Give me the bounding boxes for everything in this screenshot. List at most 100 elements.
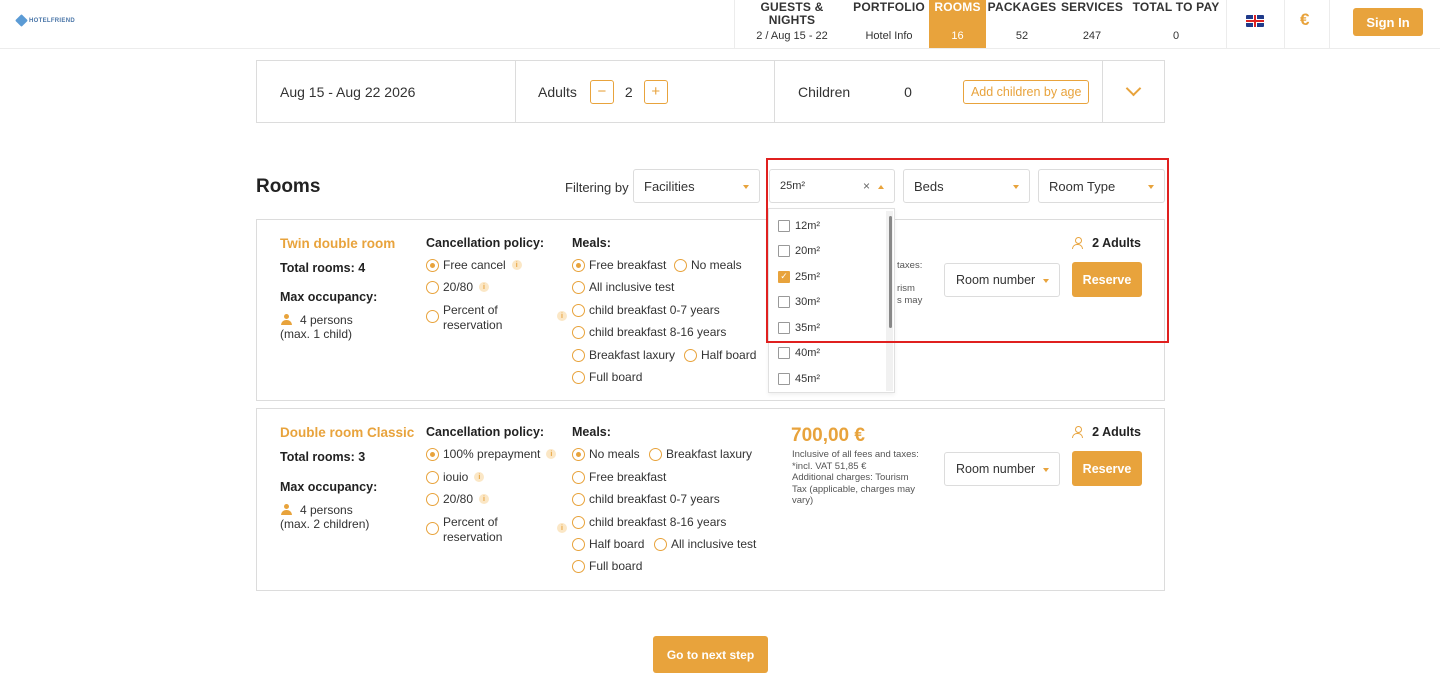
meal-option[interactable]: No meals [572, 447, 640, 462]
hotelfriend-logo[interactable]: HOTELFRIEND [15, 14, 75, 27]
step-rooms[interactable]: ROOMS 16 [929, 0, 986, 48]
meal-option[interactable]: Free breakfast [572, 258, 666, 273]
meal-option[interactable]: Half board [684, 348, 756, 363]
reserve-button[interactable]: Reserve [1072, 262, 1142, 297]
go-to-next-step-button[interactable]: Go to next step [653, 636, 768, 673]
cancellation-option[interactable]: 100% prepayment i [426, 447, 557, 462]
meal-option[interactable]: Free breakfast [572, 470, 666, 485]
radio[interactable] [426, 493, 439, 506]
radio-selected[interactable] [426, 448, 439, 461]
info-icon[interactable]: i [474, 472, 485, 482]
step-packages[interactable]: PACKAGES 52 [986, 0, 1058, 48]
checkbox[interactable] [778, 245, 790, 258]
radio[interactable] [426, 281, 439, 294]
beds-filter-select[interactable]: Beds [903, 169, 1030, 203]
checkbox[interactable] [778, 321, 790, 334]
radio[interactable] [572, 538, 585, 551]
sign-in-button[interactable]: Sign In [1353, 8, 1423, 36]
date-range-field[interactable]: Aug 15 - Aug 22 2026 [257, 61, 516, 122]
radio[interactable] [426, 471, 439, 484]
meal-option[interactable]: child breakfast 0-7 years [572, 492, 720, 507]
meal-option[interactable]: Full board [572, 370, 642, 385]
meal-option[interactable]: All inclusive test [572, 280, 674, 295]
radio[interactable] [654, 538, 667, 551]
currency-selector[interactable]: € [1300, 10, 1309, 30]
meal-option[interactable]: child breakfast 8-16 years [572, 325, 726, 340]
meal-option[interactable]: Breakfast laxury [649, 447, 752, 462]
scrollbar-thumb[interactable] [889, 216, 892, 328]
expand-search-toggle[interactable] [1103, 61, 1164, 122]
size-option[interactable]: ✓ 25m² [769, 264, 894, 290]
size-option[interactable]: 40m² [769, 341, 894, 367]
info-icon[interactable]: i [557, 523, 567, 533]
radio[interactable] [572, 304, 585, 317]
radio[interactable] [572, 560, 585, 573]
info-icon[interactable]: i [511, 260, 522, 270]
radio[interactable] [572, 326, 585, 339]
info-icon[interactable]: i [479, 282, 490, 292]
children-value: 0 [904, 83, 912, 100]
booking-steps: GUESTS & NIGHTS 2 / Aug 15 - 22 PORTFOLI… [734, 0, 1226, 48]
checkbox[interactable] [778, 219, 790, 232]
info-icon[interactable]: i [479, 494, 490, 504]
room-name[interactable]: Double room Classic [280, 425, 414, 440]
option-label: Percent of reservation [443, 303, 551, 333]
radio-selected[interactable] [572, 259, 585, 272]
room-name[interactable]: Twin double room [280, 236, 395, 251]
adults-increment-button[interactable]: + [643, 79, 668, 104]
checkbox-checked[interactable]: ✓ [778, 270, 790, 283]
checkbox[interactable] [778, 372, 790, 385]
radio[interactable] [572, 471, 585, 484]
room-number-select[interactable]: Room number [944, 452, 1060, 486]
radio[interactable] [426, 522, 439, 535]
cancellation-option[interactable]: 20/80 i [426, 280, 490, 295]
cancellation-option[interactable]: 20/80 i [426, 492, 490, 507]
meal-option[interactable]: Full board [572, 559, 642, 574]
radio[interactable] [572, 349, 585, 362]
size-option[interactable]: 45m² [769, 366, 894, 392]
meal-option[interactable]: Half board [572, 537, 644, 552]
add-children-by-age-button[interactable]: Add children by age [962, 79, 1090, 104]
cancellation-option[interactable]: iouio i [426, 470, 485, 485]
cancellation-option[interactable]: Percent of reservation i [426, 303, 567, 333]
clear-selection-icon[interactable]: × [863, 179, 870, 193]
info-icon[interactable]: i [546, 449, 557, 459]
step-total-to-pay[interactable]: TOTAL TO PAY 0 [1126, 0, 1226, 48]
radio[interactable] [674, 259, 687, 272]
step-services[interactable]: SERVICES 247 [1058, 0, 1126, 48]
adults-decrement-button[interactable]: − [589, 79, 614, 104]
uk-flag-icon[interactable] [1246, 15, 1264, 27]
radio[interactable] [649, 448, 662, 461]
radio[interactable] [572, 371, 585, 384]
cancellation-option[interactable]: Free cancel i [426, 258, 522, 273]
step-portfolio[interactable]: PORTFOLIO Hotel Info [849, 0, 929, 48]
cancellation-option[interactable]: Percent of reservation i [426, 515, 567, 545]
option-label: child breakfast 8-16 years [589, 515, 727, 529]
room-number-select[interactable]: Room number [944, 263, 1060, 297]
size-option[interactable]: 35m² [769, 315, 894, 341]
meal-option[interactable]: Breakfast laxury [572, 348, 675, 363]
radio-selected[interactable] [426, 259, 439, 272]
radio-selected[interactable] [572, 448, 585, 461]
facilities-filter-select[interactable]: Facilities [633, 169, 760, 203]
meal-option[interactable]: child breakfast 0-7 years [572, 303, 720, 318]
meal-option[interactable]: All inclusive test [654, 537, 756, 552]
step-guests-nights[interactable]: GUESTS & NIGHTS 2 / Aug 15 - 22 [735, 0, 849, 48]
info-icon[interactable]: i [557, 311, 567, 321]
room-type-filter-select[interactable]: Room Type [1038, 169, 1165, 203]
reserve-button[interactable]: Reserve [1072, 451, 1142, 486]
size-option[interactable]: 12m² [769, 213, 894, 239]
size-option[interactable]: 20m² [769, 239, 894, 265]
radio[interactable] [572, 493, 585, 506]
meal-option[interactable]: No meals [674, 258, 742, 273]
meal-option[interactable]: child breakfast 8-16 years [572, 515, 726, 530]
radio[interactable] [572, 516, 585, 529]
checkbox[interactable] [778, 296, 790, 309]
size-option[interactable]: 30m² [769, 290, 894, 316]
radio[interactable] [572, 281, 585, 294]
radio[interactable] [684, 349, 697, 362]
children-label: Children [798, 83, 851, 100]
checkbox[interactable] [778, 347, 790, 360]
size-filter-select[interactable]: 25m² × [769, 169, 895, 203]
radio[interactable] [426, 310, 439, 323]
